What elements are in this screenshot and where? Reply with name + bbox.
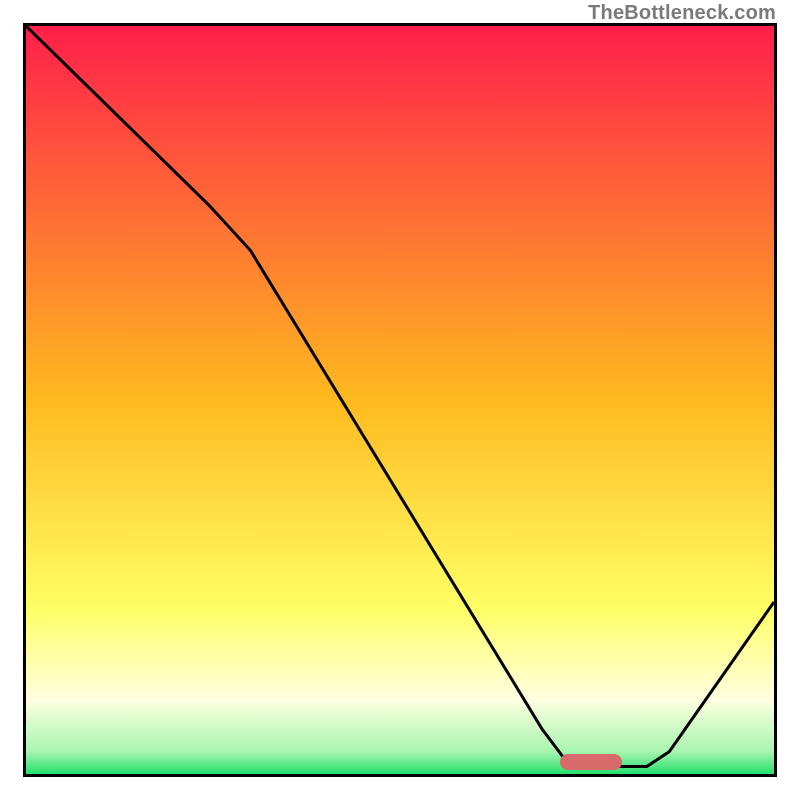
optimal-marker bbox=[560, 754, 622, 770]
plot-area bbox=[23, 23, 777, 777]
attribution-text: TheBottleneck.com bbox=[588, 2, 776, 25]
bottleneck-curve bbox=[26, 26, 774, 774]
chart-container: TheBottleneck.com bbox=[0, 0, 800, 800]
